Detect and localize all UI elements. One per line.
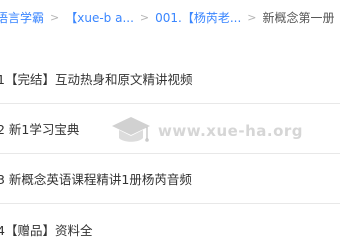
breadcrumb-item-language[interactable]: 语言学霸 <box>0 9 44 26</box>
breadcrumb-item-xueba[interactable]: 【xue-b a... <box>65 9 134 26</box>
breadcrumb: 语言学霸 > 【xue-b a... > 001.【杨芮老... > 新概念第一… <box>0 0 340 34</box>
breadcrumb-item-yangrui[interactable]: 001.【杨芮老... <box>155 9 241 26</box>
list-item-label: 3 新概念英语课程精讲1册杨芮音频 <box>0 172 192 187</box>
list-item-label: 1【完结】互动热身和原文精讲视频 <box>0 72 193 87</box>
breadcrumb-separator-icon: > <box>139 10 150 24</box>
breadcrumb-separator-icon: > <box>247 10 257 24</box>
breadcrumb-separator-icon: > <box>50 10 60 24</box>
list-item[interactable]: 3 新概念英语课程精讲1册杨芮音频 <box>0 154 340 204</box>
list-item-label: 2 新1学习宝典 <box>0 122 80 137</box>
list-item[interactable]: 1【完结】互动热身和原文精讲视频 <box>0 54 340 104</box>
list-item[interactable]: 4【赠品】资料全 <box>0 204 340 252</box>
breadcrumb-item-current: 新概念第一册 <box>262 10 335 25</box>
list-item[interactable]: 2 新1学习宝典 <box>0 104 340 154</box>
list-item-label: 4【赠品】资料全 <box>0 222 93 238</box>
file-browser-page: 语言学霸 > 【xue-b a... > 001.【杨芮老... > 新概念第一… <box>0 0 340 252</box>
